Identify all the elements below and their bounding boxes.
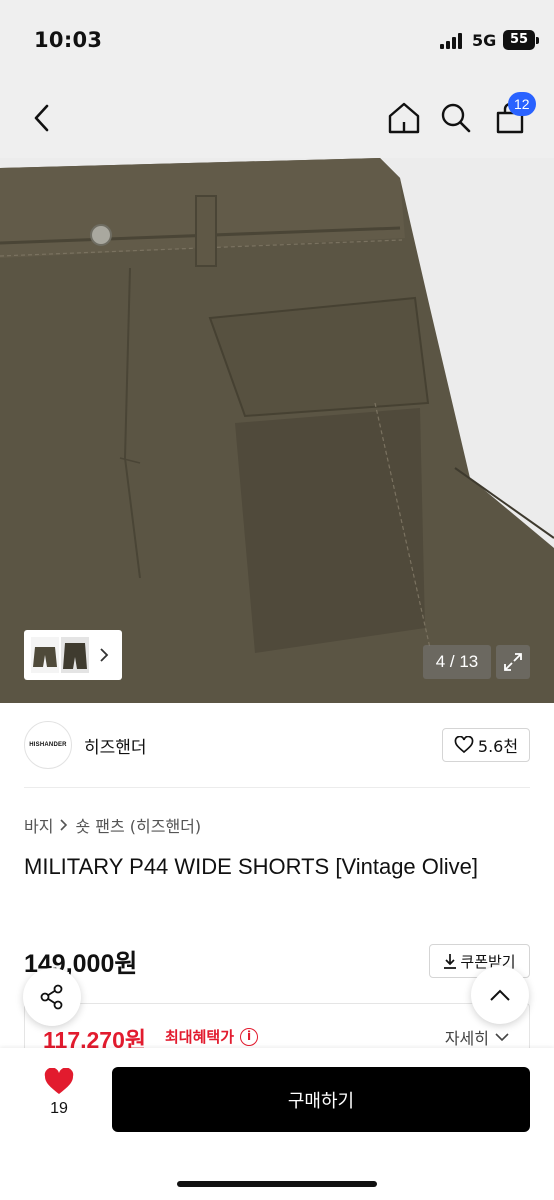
home-indicator — [177, 1181, 377, 1187]
home-button[interactable] — [379, 93, 429, 143]
search-icon — [441, 103, 471, 133]
chevron-left-icon — [34, 104, 49, 132]
brand-name[interactable]: 히즈핸더 — [84, 733, 147, 758]
chevron-down-icon — [495, 1033, 509, 1042]
network-label: 5G — [472, 31, 497, 50]
brand-like-button[interactable]: 5.6천 — [442, 728, 530, 762]
chevron-right-icon — [100, 648, 109, 662]
back-button[interactable] — [17, 93, 67, 143]
scroll-top-button[interactable] — [471, 966, 529, 1024]
signal-icon — [440, 33, 464, 49]
download-icon — [444, 954, 457, 969]
detail-label: 자세히 — [444, 1029, 489, 1048]
heart-outline-icon — [454, 736, 474, 754]
home-icon — [388, 102, 420, 134]
cart-count-badge: 12 — [508, 92, 536, 116]
breadcrumb: 바지 숏 팬츠 (히즈핸더) — [24, 813, 201, 837]
chevron-right-icon — [60, 819, 68, 831]
thumbnail-image — [31, 637, 59, 673]
breadcrumb-item[interactable]: 숏 팬츠 (히즈핸더) — [75, 813, 201, 837]
wishlist-count: 19 — [50, 1100, 68, 1117]
max-benefit: 최대혜택가 i — [165, 1026, 259, 1047]
expand-icon — [504, 653, 522, 671]
bottom-action-bar: 19 구매하기 — [0, 1048, 554, 1200]
brand-logo[interactable]: HISHANDER — [24, 721, 72, 769]
chevron-up-icon — [490, 989, 510, 1001]
breadcrumb-item[interactable]: 바지 — [24, 813, 53, 837]
info-icon[interactable]: i — [240, 1027, 259, 1046]
divider — [24, 787, 530, 788]
heart-filled-icon — [44, 1068, 74, 1094]
max-benefit-label: 최대혜택가 — [165, 1028, 235, 1046]
buy-button[interactable]: 구매하기 — [112, 1067, 530, 1132]
status-bar: 10:03 5G 55 — [0, 0, 554, 80]
price-row: 149,000원 쿠폰받기 — [24, 942, 530, 982]
product-photo — [0, 158, 554, 703]
battery-icon: 55 — [503, 30, 539, 50]
thumbnail-image — [61, 637, 89, 673]
thumbnail-strip[interactable] — [24, 630, 122, 680]
image-counter: 4 / 13 — [423, 645, 491, 679]
brand-like-count: 5.6천 — [477, 737, 519, 756]
expand-button[interactable] — [496, 645, 530, 679]
search-button[interactable] — [431, 93, 481, 143]
brand-row: HISHANDER 히즈핸더 5.6천 — [0, 703, 554, 787]
product-image[interactable]: 4 / 13 — [0, 158, 554, 703]
product-title: MILITARY P44 WIDE SHORTS [Vintage Olive] — [24, 854, 479, 879]
detail-toggle[interactable]: 자세히 — [445, 1025, 509, 1049]
share-button[interactable] — [23, 968, 81, 1026]
wishlist-button[interactable]: 19 — [28, 1068, 90, 1132]
share-icon — [40, 984, 63, 1010]
top-nav: 12 — [0, 80, 554, 158]
status-time: 10:03 — [34, 28, 103, 52]
